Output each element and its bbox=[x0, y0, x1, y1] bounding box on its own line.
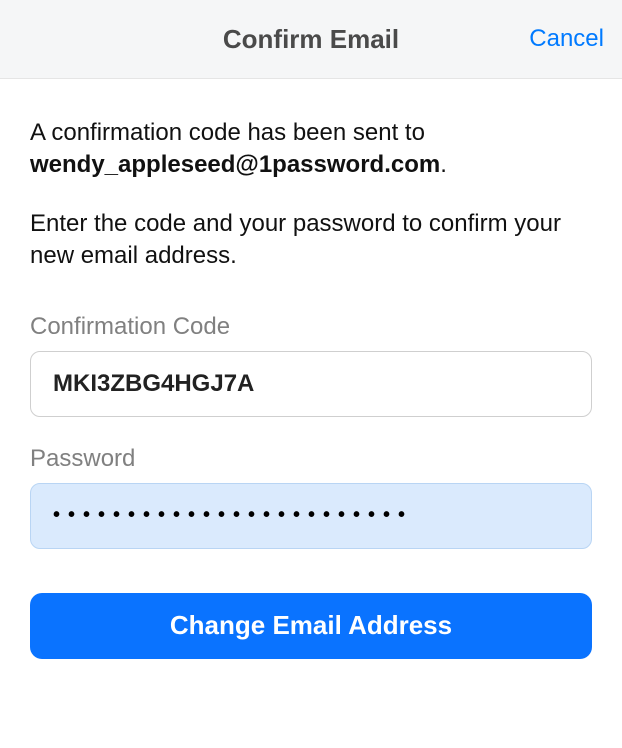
intro-text-1: A confirmation code has been sent to wen… bbox=[30, 117, 592, 182]
dialog-title: Confirm Email bbox=[223, 24, 399, 55]
confirmation-code-label: Confirmation Code bbox=[30, 313, 592, 341]
confirmation-code-input[interactable] bbox=[30, 351, 592, 417]
confirmation-code-group: Confirmation Code bbox=[30, 313, 592, 417]
password-label: Password bbox=[30, 445, 592, 473]
dialog-content: A confirmation code has been sent to wen… bbox=[0, 79, 622, 659]
change-email-button[interactable]: Change Email Address bbox=[30, 593, 592, 659]
intro-suffix: . bbox=[440, 151, 447, 178]
password-input[interactable] bbox=[30, 483, 592, 549]
intro-email: wendy_appleseed@1password.com bbox=[30, 151, 440, 178]
intro-text-2: Enter the code and your password to conf… bbox=[30, 208, 592, 273]
password-group: Password bbox=[30, 445, 592, 549]
intro-prefix: A confirmation code has been sent to bbox=[30, 119, 425, 146]
dialog-header: Confirm Email Cancel bbox=[0, 0, 622, 79]
cancel-button[interactable]: Cancel bbox=[529, 25, 604, 53]
